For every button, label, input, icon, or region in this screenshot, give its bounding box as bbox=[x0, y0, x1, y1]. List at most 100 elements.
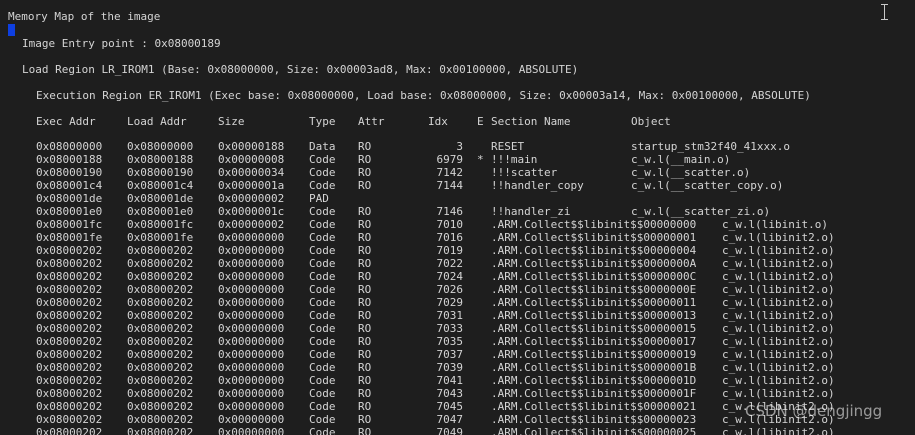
cell-load-addr: 0x08000202 bbox=[127, 335, 194, 348]
header-section-name: Section Name bbox=[491, 115, 571, 128]
cell-size: 0x00000000 bbox=[218, 322, 285, 335]
table-row: 0x08000202 0x08000202 0x00000000 Code RO 7033… bbox=[0, 322, 915, 335]
table-row: 0x08000202 0x08000202 0x00000000 Code RO 7049… bbox=[0, 426, 915, 435]
cell-exec-addr: 0x080001de bbox=[36, 192, 103, 205]
header-object: Object bbox=[631, 115, 671, 128]
table-row: 0x08000202 0x08000202 0x00000000 Code RO 7024… bbox=[0, 270, 915, 283]
cell-attr: RO bbox=[358, 400, 372, 413]
cell-attr: RO bbox=[358, 218, 372, 231]
cell-size: 0x00000000 bbox=[218, 387, 285, 400]
cell-idx: 7144 bbox=[436, 179, 464, 192]
cell-attr: RO bbox=[358, 361, 372, 374]
cell-object: c_w.l(libinit2.o) bbox=[722, 283, 835, 296]
cell-load-addr: 0x08000202 bbox=[127, 309, 194, 322]
cell-object: c_w.l(libinit2.o) bbox=[722, 335, 835, 348]
cell-type: Data bbox=[309, 140, 336, 153]
cell-load-addr: 0x080001fc bbox=[127, 218, 194, 231]
cell-object: c_w.l(libinit2.o) bbox=[722, 348, 835, 361]
cell-section-name: .ARM.Collect$$libinit$$00000015 bbox=[491, 322, 697, 335]
table-row: 0x08000000 0x08000000 0x00000188 Data RO 3 RES… bbox=[0, 140, 915, 153]
cell-type: Code bbox=[309, 387, 336, 400]
cell-attr: RO bbox=[358, 348, 372, 361]
cell-type: Code bbox=[309, 231, 336, 244]
cell-load-addr: 0x080001de bbox=[127, 192, 194, 205]
cell-exec-addr: 0x080001e0 bbox=[36, 205, 103, 218]
watermark: CSDN @dengjingg bbox=[745, 402, 883, 420]
cell-size: 0x0000001a bbox=[218, 179, 285, 192]
cell-size: 0x00000000 bbox=[218, 374, 285, 387]
header-exec-addr: Exec Addr bbox=[36, 115, 96, 128]
cell-exec-addr: 0x08000202 bbox=[36, 348, 103, 361]
cell-size: 0x00000000 bbox=[218, 335, 285, 348]
cell-exec-addr: 0x08000202 bbox=[36, 283, 103, 296]
cell-type: Code bbox=[309, 348, 336, 361]
cell-section-name: .ARM.Collect$$libinit$$00000001 bbox=[491, 231, 697, 244]
table-row: 0x080001de 0x080001de 0x00000002 PAD bbox=[0, 192, 915, 205]
header-idx: Idx bbox=[428, 115, 448, 128]
title-line: Memory Map of the image bbox=[8, 10, 161, 23]
cell-exec-addr: 0x08000202 bbox=[36, 244, 103, 257]
cell-attr: RO bbox=[358, 283, 372, 296]
header-type: Type bbox=[309, 115, 336, 128]
table-row: 0x080001fc 0x080001fc 0x00000002 Code RO 7010… bbox=[0, 218, 915, 231]
cell-section-name: !!!scatter bbox=[491, 166, 558, 179]
cell-exec-addr: 0x080001fe bbox=[36, 231, 103, 244]
cell-section-name: .ARM.Collect$$libinit$$0000000C bbox=[491, 270, 697, 283]
cell-type: Code bbox=[309, 270, 336, 283]
table-row: 0x08000190 0x08000190 0x00000034 Code RO 7142… bbox=[0, 166, 915, 179]
exec-region-line: Execution Region ER_IROM1 (Exec base: 0x… bbox=[36, 89, 811, 102]
cell-exec-addr: 0x08000202 bbox=[36, 296, 103, 309]
cell-object: c_w.l(libinit2.o) bbox=[722, 387, 835, 400]
table-row: 0x080001e0 0x080001e0 0x0000001c Code RO 7146… bbox=[0, 205, 915, 218]
cell-type: Code bbox=[309, 426, 336, 435]
cell-size: 0x00000000 bbox=[218, 270, 285, 283]
cell-section-name: .ARM.Collect$$libinit$$00000013 bbox=[491, 309, 697, 322]
cell-exec-addr: 0x08000188 bbox=[36, 153, 103, 166]
text-editor[interactable]: Memory Map of the image Image Entry poin… bbox=[0, 0, 915, 435]
cell-attr: RO bbox=[358, 140, 372, 153]
table-row: 0x080001c4 0x080001c4 0x0000001a Code RO 7144… bbox=[0, 179, 915, 192]
cell-load-addr: 0x08000202 bbox=[127, 426, 194, 435]
cell-load-addr: 0x08000202 bbox=[127, 387, 194, 400]
header-e: E bbox=[477, 115, 484, 128]
cell-type: Code bbox=[309, 335, 336, 348]
cell-size: 0x00000000 bbox=[218, 413, 285, 426]
cell-attr: RO bbox=[358, 257, 372, 270]
cell-section-name: !!!main bbox=[491, 153, 538, 166]
cell-size: 0x00000000 bbox=[218, 426, 285, 435]
cell-section-name: .ARM.Collect$$libinit$$00000011 bbox=[491, 296, 697, 309]
cell-load-addr: 0x08000190 bbox=[127, 166, 194, 179]
table-row: 0x08000202 0x08000202 0x00000000 Code RO 7039… bbox=[0, 361, 915, 374]
cell-object: c_w.l(libinit.o) bbox=[722, 218, 828, 231]
cell-exec-addr: 0x08000202 bbox=[36, 335, 103, 348]
cell-load-addr: 0x080001c4 bbox=[127, 179, 194, 192]
cell-section-name: RESET bbox=[491, 140, 525, 153]
table-row: 0x08000202 0x08000202 0x00000000 Code RO 7043… bbox=[0, 387, 915, 400]
cell-idx: 7010 bbox=[436, 218, 464, 231]
cell-attr: RO bbox=[358, 270, 372, 283]
cell-attr: RO bbox=[358, 413, 372, 426]
cell-type: Code bbox=[309, 205, 336, 218]
cell-size: 0x00000000 bbox=[218, 231, 285, 244]
cell-idx: 3 bbox=[456, 140, 463, 153]
cell-type: Code bbox=[309, 322, 336, 335]
cell-idx: 7049 bbox=[436, 426, 464, 435]
cell-idx: 7031 bbox=[436, 309, 464, 322]
cell-section-name: .ARM.Collect$$libinit$$00000021 bbox=[491, 400, 697, 413]
cell-section-name: .ARM.Collect$$libinit$$00000004 bbox=[491, 244, 697, 257]
cell-load-addr: 0x080001fe bbox=[127, 231, 194, 244]
table-row: 0x08000202 0x08000202 0x00000000 Code RO 7041… bbox=[0, 374, 915, 387]
cell-section-name: .ARM.Collect$$libinit$$00000019 bbox=[491, 348, 697, 361]
cell-object: c_w.l(libinit2.o) bbox=[722, 361, 835, 374]
cell-section-name: .ARM.Collect$$libinit$$0000001F bbox=[491, 387, 697, 400]
cell-load-addr: 0x08000202 bbox=[127, 270, 194, 283]
cell-load-addr: 0x08000202 bbox=[127, 322, 194, 335]
cell-object: c_w.l(__scatter.o) bbox=[631, 166, 751, 179]
cell-section-name: .ARM.Collect$$libinit$$0000000E bbox=[491, 283, 697, 296]
cell-attr: RO bbox=[358, 426, 372, 435]
cell-idx: 7024 bbox=[436, 270, 464, 283]
cell-attr: RO bbox=[358, 322, 372, 335]
table-row: 0x08000202 0x08000202 0x00000000 Code RO 7037… bbox=[0, 348, 915, 361]
cell-idx: 7019 bbox=[436, 244, 464, 257]
cell-size: 0x00000000 bbox=[218, 348, 285, 361]
